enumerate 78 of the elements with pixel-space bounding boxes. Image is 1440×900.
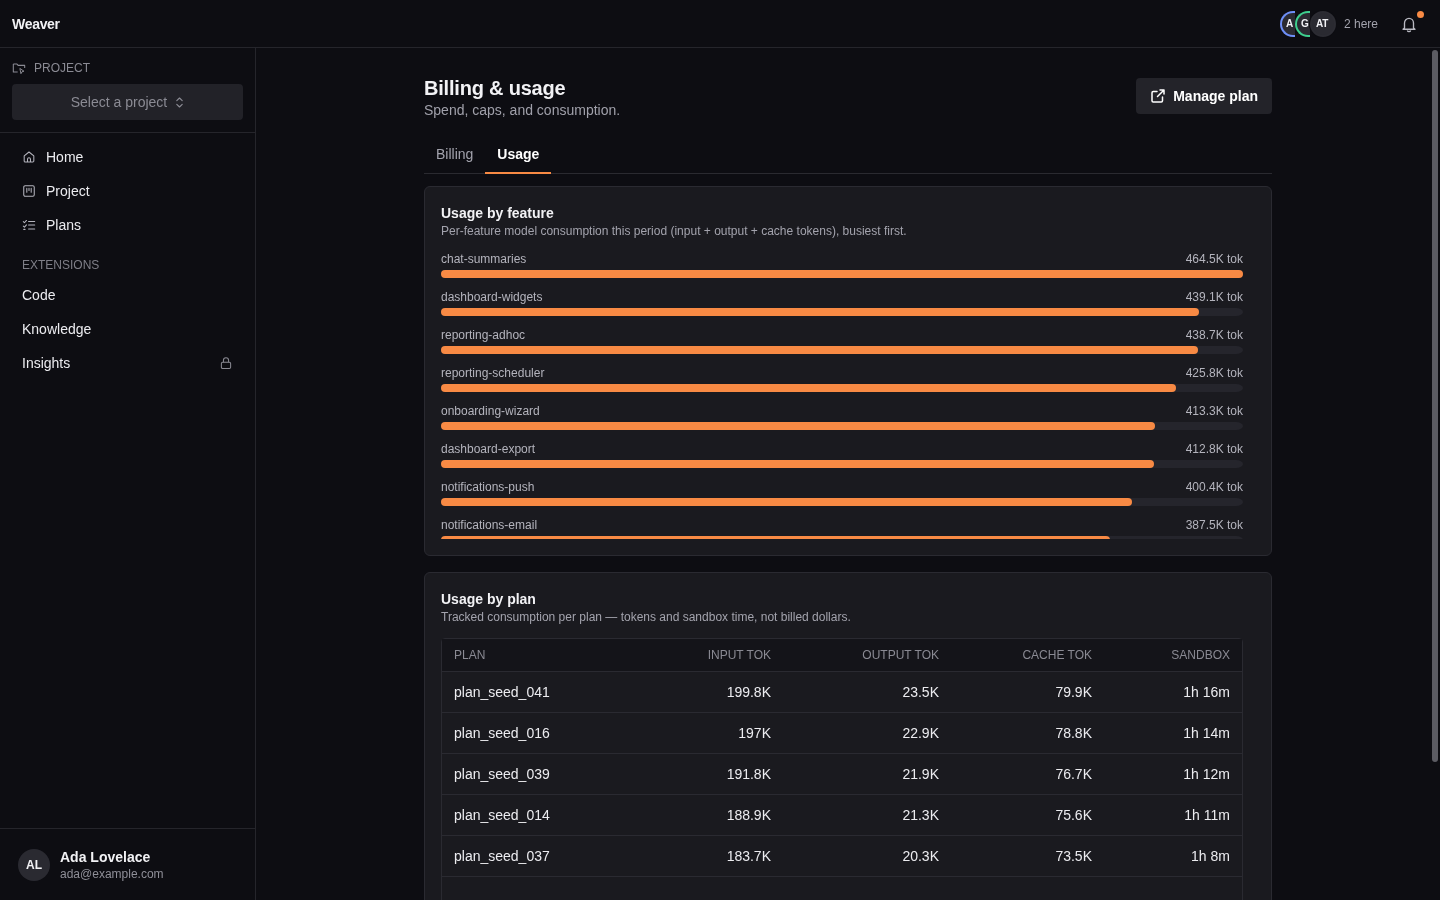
table-cell-text: 199.8K xyxy=(725,684,772,700)
table-cell-text: 76.7K xyxy=(1054,766,1093,782)
column-header: CACHE TOK xyxy=(1021,648,1093,662)
section-label: EXTENSIONS xyxy=(21,258,101,272)
nav-item[interactable]: Code xyxy=(12,278,243,312)
home-icon xyxy=(22,150,36,164)
table-cell-text: 1h 8m xyxy=(1190,848,1231,864)
card-title: Usage by plan xyxy=(441,590,537,609)
token-count: 425.8K tok xyxy=(1185,365,1243,381)
feature-name: notifications-email xyxy=(441,517,538,533)
table-cell-text: plan_seed_039 xyxy=(453,766,551,782)
app-name: Weaver xyxy=(12,15,60,32)
feature-name: notifications-push xyxy=(441,479,535,495)
table-cell-text: 21.9K xyxy=(901,766,940,782)
table-cell-text: 191.8K xyxy=(725,766,772,782)
user-name: Ada Lovelace xyxy=(60,848,152,865)
section-label: PROJECT xyxy=(34,61,90,75)
nav-item[interactable]: Plans xyxy=(12,208,243,242)
table-cell-text: 1h 14m xyxy=(1182,725,1231,741)
table-cell-text: 75.6K xyxy=(1054,807,1093,823)
table-cell-text: 20.3K xyxy=(901,848,940,864)
page-subtitle: Spend, caps, and consumption. xyxy=(424,101,621,120)
external-link-icon xyxy=(1150,88,1167,104)
column-header: OUTPUT TOK xyxy=(861,648,940,662)
card-title: Usage by feature xyxy=(441,204,555,223)
table-cell-text: plan_seed_016 xyxy=(453,725,551,741)
table-cell-text: 197K xyxy=(737,725,772,741)
table-cell-text: 1h 16m xyxy=(1182,684,1231,700)
feature-name: reporting-scheduler xyxy=(441,365,545,381)
table-cell-text: 183.7K xyxy=(725,848,772,864)
token-count: 438.7K tok xyxy=(1185,327,1243,343)
table-cell-text: 1h 11m xyxy=(1183,807,1231,823)
card-description: Tracked consumption per plan — tokens and sandbox time, not billed dollars. xyxy=(441,609,852,625)
token-count: 387.5K tok xyxy=(1185,517,1243,533)
nav-item[interactable]: Project xyxy=(12,174,243,208)
feature-name: onboarding-wizard xyxy=(441,403,540,419)
presence-avatar: AT xyxy=(1309,10,1336,37)
feature-name: dashboard-export xyxy=(441,441,536,457)
token-count: 412.8K tok xyxy=(1185,441,1243,457)
presence-avatar: A xyxy=(1279,10,1295,37)
table-cell-text: 79.9K xyxy=(1054,684,1093,700)
table-cell-text: plan_seed_014 xyxy=(453,807,551,823)
table-cell-text: 23.5K xyxy=(901,684,940,700)
folder-icon xyxy=(12,61,26,75)
table-cell-text: 1h 12m xyxy=(1182,766,1231,782)
table-cell-text: 21.3K xyxy=(901,807,940,823)
feature-name: chat-summaries xyxy=(441,251,527,267)
token-count: 413.3K tok xyxy=(1185,403,1243,419)
column-header: SANDBOX xyxy=(1170,648,1231,662)
card-description: Per-feature model consumption this period (input + output + cache tokens), busiest first. xyxy=(441,223,908,239)
column-header: INPUT TOK xyxy=(706,648,772,662)
manage-plan-button[interactable]: Manage plan xyxy=(1136,78,1272,114)
token-count: 400.4K tok xyxy=(1185,479,1243,495)
table-cell-text: 188.9K xyxy=(725,807,772,823)
chevrons-up-down-icon xyxy=(175,95,185,109)
project-select[interactable]: Select a project xyxy=(12,84,243,120)
table-cell-text: 73.5K xyxy=(1054,848,1093,864)
user-email: ada@example.com xyxy=(60,866,164,881)
feature-name: reporting-adhoc xyxy=(441,327,526,343)
checklist-icon xyxy=(22,218,36,232)
column-header: PLAN xyxy=(453,648,487,662)
presence-count: 2 here xyxy=(1343,16,1378,31)
page-title: Billing & usage xyxy=(424,76,567,100)
table-cell-text: plan_seed_037 xyxy=(453,848,551,864)
board-icon xyxy=(22,184,36,198)
tab[interactable]: Usage xyxy=(485,136,552,174)
user-avatar: AL xyxy=(18,848,50,881)
table-cell-text: plan_seed_041 xyxy=(453,684,551,700)
nav-item[interactable]: Home xyxy=(12,140,243,174)
tab[interactable]: Billing xyxy=(424,136,486,174)
table-cell-text: 78.8K xyxy=(1054,725,1093,741)
nav-item[interactable]: Knowledge xyxy=(12,312,243,346)
scrollbar-thumb[interactable] xyxy=(1432,50,1438,762)
nav-item[interactable]: Insights xyxy=(12,346,243,380)
token-count: 464.5K tok xyxy=(1185,251,1243,267)
feature-name: dashboard-widgets xyxy=(441,289,543,305)
token-count: 439.1K tok xyxy=(1185,289,1243,305)
table-cell-text: 22.9K xyxy=(901,725,940,741)
